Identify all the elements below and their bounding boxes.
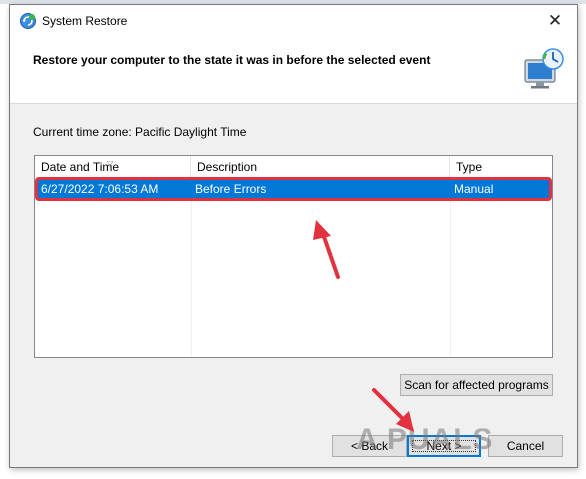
- sort-arrow-icon: ▽: [107, 159, 114, 168]
- scan-affected-programs-button[interactable]: Scan for affected programs: [400, 374, 553, 396]
- header-instruction: Restore your computer to the state it wa…: [33, 53, 431, 67]
- restore-points-list[interactable]: Date and Time ▽ Description Type 6/27/20…: [34, 155, 553, 358]
- cell-date: 6/27/2022 7:06:53 AM: [41, 182, 159, 196]
- column-header-date[interactable]: Date and Time ▽: [35, 156, 191, 178]
- system-restore-dialog: System Restore ✕ Restore your computer t…: [9, 4, 578, 468]
- table-row[interactable]: 6/27/2022 7:06:53 AM Before Errors Manua…: [37, 180, 550, 198]
- header-panel: Restore your computer to the state it wa…: [10, 36, 577, 104]
- window-title: System Restore: [42, 14, 128, 28]
- cell-type: Manual: [454, 182, 494, 196]
- column-header-type[interactable]: Type: [450, 156, 552, 178]
- column-header-description[interactable]: Description: [191, 156, 450, 178]
- title-bar[interactable]: System Restore ✕: [10, 5, 577, 36]
- system-restore-icon: [20, 13, 36, 29]
- column-divider: [191, 178, 192, 357]
- column-divider: [450, 178, 451, 357]
- cell-description: Before Errors: [195, 182, 267, 196]
- timezone-label: Current time zone: Pacific Daylight Time: [33, 125, 247, 139]
- close-icon: ✕: [547, 10, 563, 30]
- cancel-button[interactable]: Cancel: [488, 435, 563, 457]
- watermark: A PUALS: [356, 423, 494, 456]
- restore-monitor-icon: [524, 48, 564, 89]
- close-button[interactable]: ✕: [533, 5, 577, 36]
